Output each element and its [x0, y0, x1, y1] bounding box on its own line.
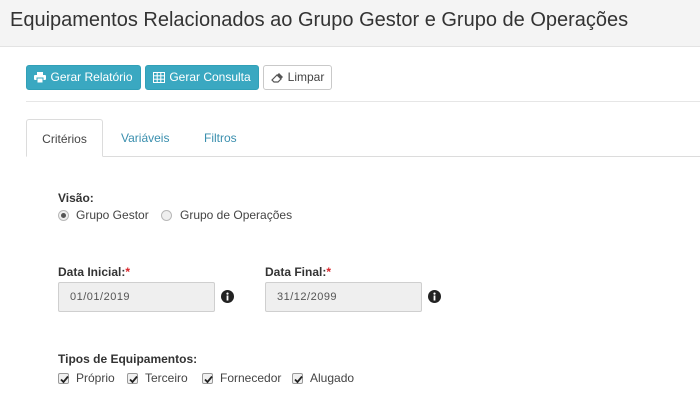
toolbar-divider	[26, 101, 700, 102]
generate-report-label: Gerar Relatório	[50, 70, 133, 84]
data-inicial-label-text: Data Inicial:	[58, 265, 126, 279]
data-inicial-input[interactable]: 01/01/2019	[58, 282, 215, 312]
checkbox-terceiro[interactable]	[127, 373, 138, 384]
generate-query-button[interactable]: Gerar Consulta	[145, 65, 259, 90]
visao-label: Visão:	[58, 191, 94, 205]
checkbox-fornecedor[interactable]	[202, 373, 213, 384]
tab-bar: Critérios Variáveis Filtros	[26, 119, 700, 157]
table-icon	[153, 72, 166, 83]
radio-grupo-gestor-label[interactable]: Grupo Gestor	[76, 208, 149, 222]
page-title: Equipamentos Relacionados ao Grupo Gesto…	[10, 9, 629, 31]
eraser-icon	[270, 72, 284, 83]
checkbox-proprio-label[interactable]: Próprio	[76, 371, 115, 385]
check-icon	[129, 375, 138, 384]
checkbox-terceiro-label[interactable]: Terceiro	[145, 371, 188, 385]
required-mark: *	[125, 265, 131, 279]
data-final-label: Data Final:*	[265, 265, 331, 279]
checkbox-fornecedor-label[interactable]: Fornecedor	[220, 371, 281, 385]
data-final-input[interactable]: 31/12/2099	[265, 282, 422, 312]
data-final-label-text: Data Final:	[265, 265, 327, 279]
info-circle-icon[interactable]	[428, 290, 441, 303]
check-icon	[204, 375, 213, 384]
check-icon	[60, 375, 69, 384]
generate-report-button[interactable]: Gerar Relatório	[26, 65, 141, 90]
radio-grupo-gestor[interactable]	[58, 210, 69, 221]
print-icon	[34, 72, 47, 83]
check-icon	[294, 375, 303, 384]
tab-filtros[interactable]: Filtros	[204, 119, 237, 157]
clear-button[interactable]: Limpar	[263, 65, 332, 90]
clear-label: Limpar	[287, 70, 325, 84]
generate-query-label: Gerar Consulta	[169, 70, 251, 84]
tab-variaveis[interactable]: Variáveis	[121, 119, 169, 157]
radio-grupo-operacoes[interactable]	[161, 210, 172, 221]
tipos-equipamentos-label: Tipos de Equipamentos:	[58, 352, 198, 366]
data-inicial-label: Data Inicial:*	[58, 265, 130, 279]
info-circle-icon[interactable]	[221, 290, 234, 303]
checkbox-proprio[interactable]	[58, 373, 69, 384]
checkbox-alugado-label[interactable]: Alugado	[310, 371, 354, 385]
tab-criterios[interactable]: Critérios	[26, 119, 103, 157]
required-mark: *	[326, 265, 332, 279]
page-header: Equipamentos Relacionados ao Grupo Gesto…	[0, 0, 700, 47]
radio-grupo-operacoes-label[interactable]: Grupo de Operações	[180, 208, 292, 222]
checkbox-alugado[interactable]	[292, 373, 303, 384]
